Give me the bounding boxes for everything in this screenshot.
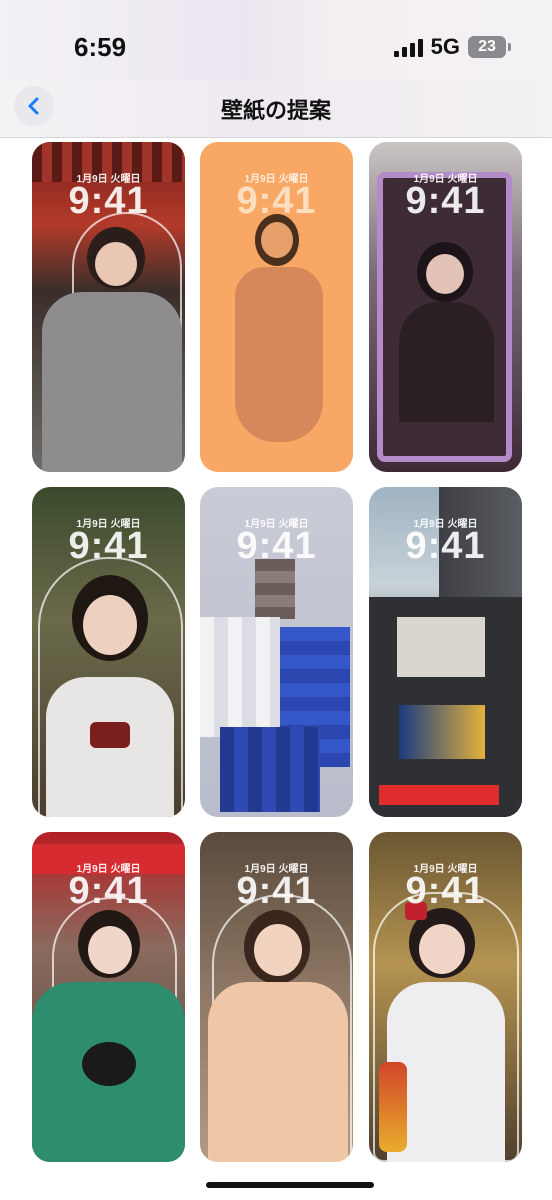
wallpaper-tile[interactable]: 1月9日 火曜日 9:41 [32,142,185,472]
lockscreen-time: 9:41 [405,180,486,222]
person-face [88,926,132,974]
lockscreen-time: 9:41 [68,525,149,567]
lockscreen-time: 9:41 [236,180,317,222]
person-body [42,292,182,472]
billboard [399,705,485,759]
wallpaper-grid: 1月9日 火曜日 9:41 1月9日 火曜日 9:41 1月9日 火曜日 9:4… [32,142,522,1172]
status-icons: 5G 23 [393,34,511,60]
cellular-signal-icon [393,37,423,57]
pixelated-paper [200,617,280,737]
lockscreen-time: 9:41 [68,180,149,222]
status-time: 6:59 [74,32,127,62]
battery-level: 23 [478,38,496,55]
sleeve [379,1062,407,1152]
lockscreen-time: 9:41 [236,525,317,567]
home-indicator[interactable] [206,1182,374,1188]
person-face [95,242,137,286]
sign [379,785,499,805]
wallpaper-tile[interactable]: 1月9日 火曜日 9:41 [32,832,185,1162]
person-face [261,222,293,258]
person-face [83,595,137,655]
person-face [426,254,464,294]
person-body [399,302,494,422]
status-bar: 6:59 5G 23 [0,0,552,80]
lockscreen-time: 9:41 [236,870,317,912]
page-title: 壁紙の提案 [220,98,331,123]
wallpaper-tile[interactable]: 1月9日 火曜日 9:41 [369,142,522,472]
nav-bar: 壁紙の提案 [0,80,552,138]
person-face [254,924,302,976]
billboard [397,617,485,677]
pixelated-body [220,727,320,812]
ribbon-tie [90,722,130,748]
person-body [208,982,348,1162]
sweater-flower [82,1042,136,1086]
wallpaper-tile[interactable]: 1月9日 火曜日 9:41 [32,487,185,817]
lockscreen-time: 9:41 [405,525,486,567]
battery-icon: 23 [468,36,511,58]
lockscreen-time: 9:41 [405,870,486,912]
person-face [419,924,465,974]
wallpaper-tile[interactable]: 1月9日 火曜日 9:41 [200,832,353,1162]
wallpaper-tile[interactable]: 1月9日 火曜日 9:41 [369,832,522,1162]
wallpaper-tile[interactable]: 1月9日 火曜日 9:41 [200,142,353,472]
wallpaper-tile[interactable]: 1月9日 火曜日 9:41 [369,487,522,817]
person-body [235,267,323,442]
lockscreen-time: 9:41 [68,870,149,912]
pixelated-face [255,559,295,619]
wallpaper-tile[interactable]: 1月9日 火曜日 9:41 [200,487,353,817]
network-type: 5G [430,34,460,59]
